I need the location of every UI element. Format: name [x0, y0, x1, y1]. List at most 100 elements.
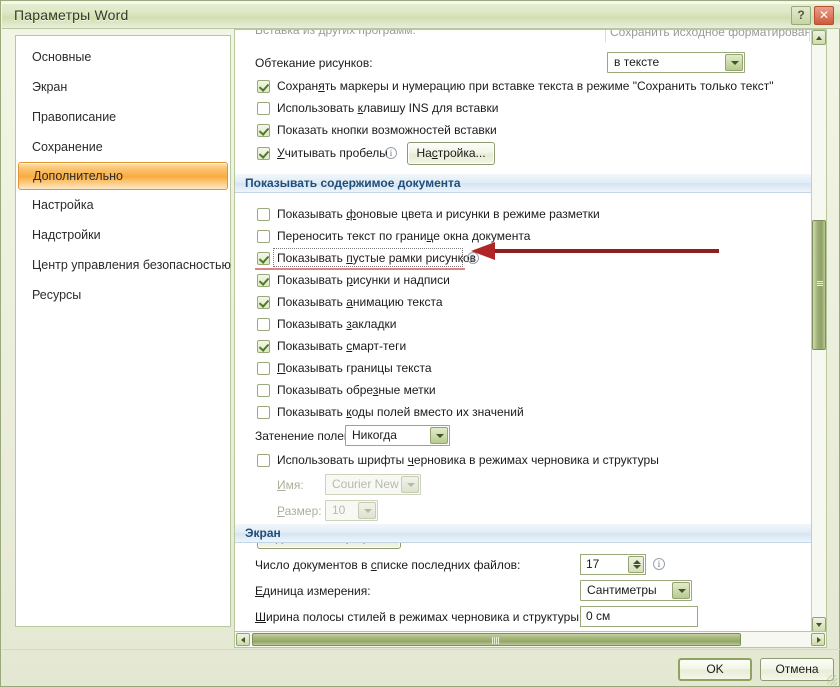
section-header-show-document-content: Показывать содержимое документа [235, 174, 813, 193]
draft-font-size-value: 10 [332, 503, 346, 517]
checkbox-show-bookmarks[interactable] [257, 318, 270, 331]
sidebar-item-5[interactable]: Настройка [16, 190, 230, 220]
clipped-previous-row: Вставка из других программ: Сохранить ис… [235, 30, 813, 42]
checkbox-show-background-colors[interactable] [257, 208, 270, 221]
recent-docs-value: 17 [586, 557, 600, 571]
title-bar: Параметры Word ? ✕ [2, 2, 840, 29]
spinner-arrows-icon[interactable] [628, 556, 644, 573]
checkbox-use-ins-key[interactable] [257, 102, 270, 115]
clipped-left-label: Вставка из других программ: [255, 30, 416, 37]
label-show-text-boundaries: Показывать границы текста [277, 361, 432, 375]
measurement-units-label: Единица измерения: [255, 584, 371, 598]
checkbox-show-text-animation[interactable] [257, 296, 270, 309]
resize-grip-icon[interactable] [827, 675, 837, 685]
horizontal-scroll-thumb[interactable] [252, 633, 741, 646]
label-show-field-codes: Показывать коды полей вместо их значений [277, 405, 524, 419]
checkbox-smart-cut-paste[interactable] [257, 147, 270, 160]
draft-font-name-value: Courier New [332, 477, 399, 491]
label-show-crop-marks: Показывать обрезные метки [277, 383, 436, 397]
font-size-label: Размер: [277, 504, 322, 518]
chevron-down-icon [358, 502, 376, 519]
label-show-paste-buttons: Показать кнопки возможностей вставки [277, 123, 497, 137]
vertical-scroll-thumb[interactable] [812, 220, 826, 350]
checkbox-show-drawings[interactable] [257, 274, 270, 287]
sidebar-item-label: Центр управления безопасностью [32, 258, 231, 272]
sidebar-item-label: Надстройки [32, 228, 101, 242]
checkbox-use-draft-font[interactable] [257, 454, 270, 467]
sidebar-item-1[interactable]: Экран [16, 72, 230, 102]
info-icon-recent-docs[interactable]: i [653, 558, 665, 570]
draft-font-size-combo[interactable]: 10 [325, 500, 378, 521]
checkbox-wrap-text-to-window[interactable] [257, 230, 270, 243]
scroll-down-icon[interactable] [812, 617, 826, 632]
chevron-down-icon [430, 427, 448, 444]
label-show-picture-placeholders: Показывать пустые рамки рисунков [277, 251, 477, 265]
label-show-drawings: Показывать рисунки и надписи [277, 273, 450, 287]
draft-font-name-combo[interactable]: Courier New [325, 474, 421, 495]
sidebar-item-6[interactable]: Надстройки [16, 220, 230, 250]
font-name-label: Имя: [277, 478, 304, 492]
sidebar-item-label: Настройка [32, 198, 94, 212]
annotation-underline [255, 268, 465, 270]
picture-wrap-value: в тексте [614, 55, 660, 69]
sidebar: Основные Экран Правописание Сохранение Допол… [15, 35, 231, 627]
field-shading-value: Никогда [352, 428, 397, 442]
scroll-right-icon[interactable] [811, 633, 825, 646]
scroll-left-icon[interactable] [236, 633, 250, 646]
measurement-units-combo[interactable]: Сантиметры [580, 580, 692, 601]
cancel-button[interactable]: Отмена [760, 658, 834, 681]
sidebar-item-label: Дополнительно [33, 169, 123, 183]
horizontal-scrollbar[interactable] [234, 631, 827, 648]
chevron-down-icon [725, 54, 743, 71]
style-area-width-label: Ширина полосы стилей в режимах черновика… [255, 610, 583, 624]
checkbox-keep-bullets[interactable] [257, 80, 270, 93]
title-bar-buttons: ? ✕ [791, 6, 834, 25]
checkbox-show-text-boundaries[interactable] [257, 362, 270, 375]
sidebar-item-7[interactable]: Центр управления безопасностью [16, 250, 231, 280]
picture-wrap-combo[interactable]: в тексте [607, 52, 745, 73]
label-show-background-colors: Показывать фоновые цвета и рисунки в реж… [277, 207, 600, 221]
label-show-text-animation: Показывать анимацию текста [277, 295, 443, 309]
sidebar-item-3[interactable]: Сохранение [16, 132, 230, 162]
sidebar-item-label: Экран [32, 80, 68, 94]
help-icon[interactable]: ? [791, 6, 811, 25]
vertical-scrollbar[interactable] [811, 30, 826, 632]
ok-button[interactable]: OK [678, 658, 752, 681]
dialog-footer: OK Отмена [2, 649, 840, 687]
style-area-width-input[interactable]: 0 см [580, 606, 698, 627]
sidebar-item-label: Ресурсы [32, 288, 82, 302]
options-content-pane: Вставка из других программ: Сохранить ис… [234, 29, 827, 633]
label-use-ins-key: Использовать клавишу INS для вставки [277, 101, 499, 115]
sidebar-item-label: Сохранение [32, 140, 103, 154]
label-show-bookmarks: Показывать закладки [277, 317, 397, 331]
checkbox-show-paste-buttons[interactable] [257, 124, 270, 137]
sidebar-item-2[interactable]: Правописание [16, 102, 230, 132]
sidebar-item-label: Правописание [32, 110, 117, 124]
scroll-up-icon[interactable] [812, 30, 826, 45]
checkbox-show-crop-marks[interactable] [257, 384, 270, 397]
picture-wrap-label: Обтекание рисунков: [255, 56, 373, 70]
close-icon[interactable]: ✕ [814, 6, 834, 25]
measurement-units-value: Сантиметры [587, 583, 657, 597]
checkbox-show-smart-tags[interactable] [257, 340, 270, 353]
clipped-right-combo[interactable]: Сохранить исходное форматирование (по ум… [605, 30, 810, 42]
label-use-draft-font: Использовать шрифты черновика в режимах … [277, 453, 659, 467]
info-icon-smart-cut-paste[interactable]: i [385, 147, 397, 159]
section-header-display: Экран [235, 524, 813, 543]
paste-settings-button[interactable]: Настройка... [407, 142, 495, 165]
recent-docs-label: Число документов в списке последних файл… [255, 558, 521, 572]
sidebar-item-8[interactable]: Ресурсы [16, 280, 230, 310]
sidebar-item-label: Основные [32, 50, 92, 64]
checkbox-show-field-codes[interactable] [257, 406, 270, 419]
label-smart-cut-paste: Учитывать пробелы [277, 146, 388, 160]
sidebar-item-4[interactable]: Дополнительно [18, 162, 228, 190]
checkbox-show-picture-placeholders[interactable] [257, 252, 270, 265]
field-shading-combo[interactable]: Никогда [345, 425, 450, 446]
chevron-down-icon [401, 476, 419, 493]
word-options-dialog: Параметры Word ? ✕ Основные Экран Правопис… [0, 0, 840, 687]
field-shading-label: Затенение полей: [255, 429, 354, 443]
recent-docs-spinner[interactable]: 17 [580, 554, 646, 575]
window-title: Параметры Word [14, 7, 129, 23]
label-keep-bullets: Сохранять маркеры и нумерацию при вставк… [277, 79, 774, 93]
sidebar-item-0[interactable]: Основные [16, 42, 230, 72]
